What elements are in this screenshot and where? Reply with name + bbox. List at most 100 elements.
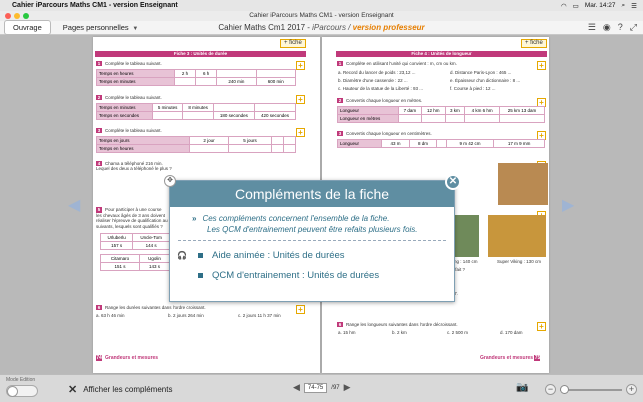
table-cell: [271, 136, 285, 145]
photo-ride-1: [453, 215, 479, 257]
exercise-2-right: 2 Convertis chaque longueur en mètres.: [337, 98, 422, 103]
table-cell: [151, 111, 184, 120]
row-label: Temps en minutes: [96, 77, 175, 86]
table-cell: Urluberlu: [99, 233, 134, 242]
modal-title: Compléments de la fiche: [170, 181, 454, 207]
exercise-6-right-item-a: a. 15 hm: [338, 330, 356, 335]
exercise-number: 3: [96, 128, 102, 133]
page-total: /97: [331, 384, 340, 391]
add-exercise-6-button[interactable]: +: [296, 305, 305, 314]
clock[interactable]: Mar. 14:27: [585, 2, 616, 9]
next-page-arrow-icon[interactable]: ▶: [562, 195, 574, 215]
table-cell: 157 s: [99, 241, 134, 250]
add-exercise-6-right-button[interactable]: +: [537, 322, 546, 331]
page-input[interactable]: 74-75: [303, 382, 328, 393]
table-cell: [189, 144, 229, 153]
doc-title-prof: version professeur: [352, 23, 425, 32]
zoom-out-button[interactable]: −: [545, 384, 556, 395]
mode-edition-toggle[interactable]: [6, 385, 38, 397]
zoom-in-button[interactable]: +: [626, 384, 637, 395]
page-navigator: ◀ 74-75 /97 ▶: [293, 382, 351, 393]
exercise-6-left: 6 Range les durées suivantes dans l'ordre…: [96, 305, 206, 310]
camera-icon[interactable]: 📷: [516, 382, 528, 393]
table-cell: [173, 77, 197, 86]
table-cell: [283, 136, 296, 145]
table-row: Temps en heures: [95, 144, 296, 153]
table-cell: 2 jour: [189, 136, 229, 145]
zoom-slider[interactable]: − +: [545, 384, 637, 396]
footer-text: Grandeurs et mesures: [105, 355, 159, 361]
row-label: Temps en secondes: [96, 111, 153, 120]
table-cell: [255, 69, 297, 78]
table-ex3-right: Longueur 43 m8 dm 9 m 42 cm 17 m 9 mm: [336, 139, 545, 148]
doc-title-main: Cahier Maths Cm1 2017 -: [218, 23, 313, 32]
intro-line-2: Les QCM d'entrainement peuvent être refa…: [207, 225, 418, 234]
exercise-3-right: 3 Convertis chaque longueur en centimètre…: [337, 131, 432, 136]
exercise-6-right-item-c: c. 2 500 m: [447, 330, 469, 335]
table-row: Citamaro Ugolin: [99, 254, 170, 263]
exercise-3-text: Convertis chaque longueur en centimètres…: [346, 131, 432, 136]
table-cell: 2 h: [173, 69, 197, 78]
show-complements-button[interactable]: ✕ Afficher les compléments: [68, 383, 172, 396]
fiche-button-right[interactable]: + fiche: [521, 39, 547, 48]
zoom-thumb[interactable]: [560, 385, 569, 394]
exercise-1-left: 1 Complète le tableau suivant.: [96, 61, 162, 66]
table-cell: [499, 114, 545, 123]
exercise-2-text: Complète le tableau suivant.: [105, 95, 162, 100]
exercise-6-right: 6 Range les longueurs suivantes dans l'or…: [337, 322, 458, 327]
table-cell: [253, 103, 297, 112]
move-handle-icon[interactable]: ✥: [164, 175, 176, 187]
previous-page-icon[interactable]: ◀: [293, 382, 300, 393]
table-cell: Ugolin: [139, 254, 170, 263]
exercise-number: 3: [337, 131, 343, 136]
minimize-window-button[interactable]: [14, 13, 20, 19]
previous-page-arrow-icon[interactable]: ◀: [68, 195, 80, 215]
table-cell: 25 km 13 dam: [499, 106, 545, 115]
bullet-square: [198, 253, 203, 258]
photo-caption-2: Super Viking : 130 cm: [497, 259, 541, 264]
section-title-right: Fiche 4 : Unités de longueur: [336, 51, 547, 57]
table-cell: 3 km: [444, 106, 466, 115]
add-exercise-1-button[interactable]: +: [296, 61, 305, 70]
battery-icon[interactable]: ▭: [573, 2, 579, 10]
menu-icon[interactable]: ☰: [631, 2, 637, 10]
table-row: Longueur en mètres: [337, 114, 545, 123]
modal-intro: » Ces compléments concernent l'ensemble d…: [192, 213, 452, 235]
table-cell: 5 minutes: [151, 103, 184, 112]
exercise-number: 6: [96, 305, 102, 310]
headphones-icon: 🎧: [177, 251, 187, 260]
table-cell: 8 dm: [408, 139, 438, 148]
close-window-button[interactable]: [5, 13, 11, 19]
exercise-1-item-a: a. Record du lancer de poids : 23,12 ...: [338, 70, 416, 75]
search-icon[interactable]: ⌕: [622, 2, 626, 10]
table-row: Temps en secondes 180 secondes 420 seconde…: [96, 111, 297, 120]
add-exercise-2-button[interactable]: +: [296, 95, 305, 104]
exercise-6-right-item-b: b. 2 km: [392, 330, 407, 335]
exercise-1-text: Complète en utilisant l'unité qui convie…: [346, 61, 457, 66]
table-cell: [212, 103, 255, 112]
app-toolbar: Ouvrage Pages personnelles ▼ Cahier Math…: [0, 20, 643, 35]
mode-edition-label: Mode Edition: [6, 377, 36, 383]
table-cell: 9 m 42 cm: [445, 139, 495, 148]
wifi-icon[interactable]: ◠: [561, 2, 567, 10]
next-page-icon[interactable]: ▶: [344, 382, 351, 393]
maximize-window-button[interactable]: [23, 13, 29, 19]
table-cell: 6 h: [195, 69, 218, 78]
show-complements-label: Afficher les compléments: [83, 385, 173, 394]
table-cell: 180 secondes: [212, 111, 255, 120]
photo-super-viking: [488, 215, 546, 257]
add-exercise-1-right-button[interactable]: +: [537, 61, 546, 70]
table-cell: Uncle-Tom: [132, 233, 170, 242]
zoom-track[interactable]: [560, 389, 622, 391]
exercise-5-text: Pour participer à une course les chevaux…: [96, 207, 168, 229]
exercise-2-text: Convertis chaque longueur en mètres.: [346, 98, 423, 103]
fiche-button-left[interactable]: + fiche: [280, 39, 306, 48]
app-name[interactable]: Cahier iParcours Maths CM1 - version Ens…: [12, 2, 178, 9]
menu-bar-status: ◠ ▭ Mar. 14:27 ⌕ ☰: [561, 2, 643, 10]
close-modal-button[interactable]: ✕: [445, 174, 461, 190]
exercise-5-left: 5 Pour participer à une course les chevau…: [96, 207, 168, 229]
add-exercise-3-button[interactable]: +: [296, 128, 305, 137]
complement-item-animated-help[interactable]: 🎧 Aide animée : Unités de durées: [176, 250, 345, 261]
row-label: Longueur: [336, 139, 383, 148]
complement-item-qcm[interactable]: QCM d'entrainement : Unités de durées: [176, 270, 379, 281]
